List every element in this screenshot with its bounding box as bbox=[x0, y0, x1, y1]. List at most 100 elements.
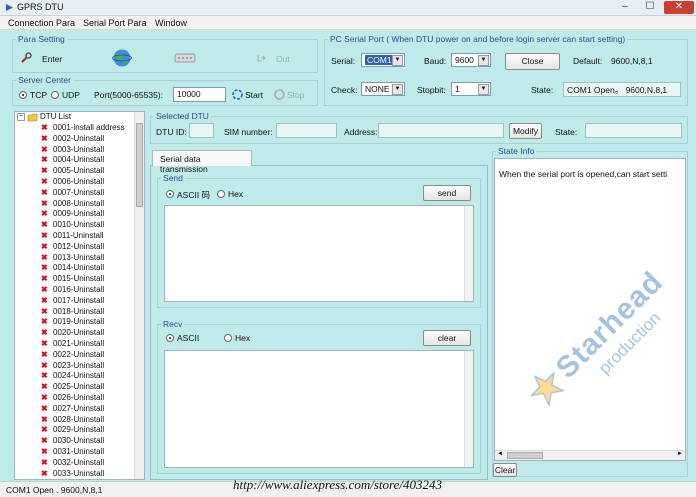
stop-icon bbox=[274, 89, 285, 100]
tab-serial-data-transmission[interactable]: Serial data transmission bbox=[152, 150, 252, 174]
app-icon bbox=[6, 4, 13, 11]
dtu-list-item[interactable]: ✖ 0003-Uninstall bbox=[15, 145, 133, 156]
out-button[interactable]: Out bbox=[256, 52, 296, 66]
uninstalled-x-icon: ✖ bbox=[41, 436, 48, 446]
port-input[interactable]: 10000 bbox=[173, 87, 226, 102]
maximize-button[interactable]: ☐ bbox=[639, 1, 661, 14]
recv-textarea[interactable] bbox=[164, 350, 474, 468]
menu-serial-port-para[interactable]: Serial Port Para bbox=[83, 18, 147, 28]
dtu-list-item-label: 0020-Uninstall bbox=[53, 328, 105, 338]
dtu-list-item[interactable]: ✖ 0032-Uninstall bbox=[15, 458, 133, 469]
menu-connection-para[interactable]: Connection Para bbox=[8, 18, 75, 28]
dtu-list-item[interactable]: ✖ 0011-Uninstall bbox=[15, 231, 133, 242]
check-select[interactable]: NONE ▼ bbox=[361, 82, 405, 96]
dtu-list-item[interactable]: ✖ 0009-Uninstall bbox=[15, 209, 133, 220]
uninstalled-x-icon: ✖ bbox=[41, 382, 48, 392]
recv-scrollbar[interactable] bbox=[464, 351, 473, 467]
tcp-radio[interactable] bbox=[19, 91, 27, 99]
dtu-list-item[interactable]: ✖ 0013-Uninstall bbox=[15, 253, 133, 264]
start-button[interactable]: Start bbox=[232, 88, 268, 102]
stop-button[interactable]: Stop bbox=[274, 88, 310, 102]
dtu-list-item[interactable]: ✖ 0020-Uninstall bbox=[15, 328, 133, 339]
dtu-list-item[interactable]: ✖ 0031-Uninstall bbox=[15, 447, 133, 458]
dtu-list-item[interactable]: ✖ 0007-Uninstall bbox=[15, 188, 133, 199]
dtu-list-item[interactable]: ✖ 0006-Uninstall bbox=[15, 177, 133, 188]
dtu-list-item[interactable]: ✖ 0029-Uninstall bbox=[15, 425, 133, 436]
close-port-button[interactable]: Close bbox=[505, 53, 560, 70]
enter-button[interactable]: Enter bbox=[20, 51, 80, 67]
stopbit-select[interactable]: 1 ▼ bbox=[451, 82, 491, 96]
tree-scroll-thumb[interactable] bbox=[136, 123, 143, 207]
uninstalled-x-icon: ✖ bbox=[41, 457, 48, 467]
dtu-list-item[interactable]: ✖ 0004-Uninstall bbox=[15, 155, 133, 166]
dtu-list-item[interactable]: ✖ 0021-Uninstall bbox=[15, 339, 133, 350]
udp-label: UDP bbox=[62, 90, 80, 100]
menu-bar: Connection Para Serial Port Para Window bbox=[0, 16, 696, 30]
tcp-label: TCP bbox=[30, 90, 47, 100]
dtu-list-item[interactable]: ✖ 0026-Uninstall bbox=[15, 393, 133, 404]
dtu-list-item[interactable]: ✖ 0012-Uninstall bbox=[15, 242, 133, 253]
baud-select[interactable]: 9600 ▼ bbox=[451, 53, 491, 67]
serial-select[interactable]: COM1 ▼ bbox=[361, 53, 405, 67]
uninstalled-x-icon: ✖ bbox=[41, 231, 48, 240]
dtu-list-item[interactable]: ✖ 0008-Uninstall bbox=[15, 199, 133, 210]
send-textarea[interactable] bbox=[164, 205, 474, 302]
dtu-list-tree[interactable]: − DTU List ✖ 0001-install address ✖ 0002-Un… bbox=[14, 111, 145, 480]
dtu-list-item[interactable]: ✖ 0025-Uninstall bbox=[15, 382, 133, 393]
default-value: 9600,N,8,1 bbox=[611, 56, 653, 66]
close-window-button[interactable]: ✕ bbox=[664, 1, 694, 14]
dtu-list-item-label: 0015-Uninstall bbox=[53, 274, 105, 284]
send-hex-radio[interactable] bbox=[217, 190, 225, 198]
dtu-list-item[interactable]: ✖ 0027-Uninstall bbox=[15, 404, 133, 415]
dtu-list-item[interactable]: ✖ 0001-install address bbox=[15, 123, 133, 134]
recv-ascii-radio[interactable] bbox=[166, 334, 174, 342]
tree-scrollbar[interactable] bbox=[134, 112, 144, 479]
dtu-list-item[interactable]: ✖ 0015-Uninstall bbox=[15, 274, 133, 285]
clear-state-button[interactable]: Clear bbox=[493, 463, 517, 477]
chevron-down-icon: ▼ bbox=[478, 55, 489, 66]
uninstalled-x-icon: ✖ bbox=[41, 166, 48, 176]
state-info-scroll-thumb[interactable] bbox=[507, 452, 543, 459]
scroll-left-icon[interactable]: ◄ bbox=[497, 451, 503, 457]
serial-connector-icon[interactable] bbox=[174, 53, 196, 63]
tree-collapse-toggle[interactable]: − bbox=[17, 113, 25, 121]
dtu-list-item[interactable]: ✖ 0002-Uninstall bbox=[15, 134, 133, 145]
dtu-id-field bbox=[189, 123, 214, 138]
dtu-list-item-label: 0003-Uninstall bbox=[53, 144, 105, 154]
dtu-list-item[interactable]: ✖ 0005-Uninstall bbox=[15, 166, 133, 177]
globe-icon[interactable] bbox=[112, 48, 132, 68]
menu-window[interactable]: Window bbox=[155, 18, 187, 28]
state-info-hscrollbar[interactable]: ◄ ► bbox=[495, 450, 685, 460]
dtu-list-item[interactable]: ✖ 0024-Uninstall bbox=[15, 371, 133, 382]
dtu-list-item[interactable]: ✖ 0023-Uninstall bbox=[15, 361, 133, 372]
send-button[interactable]: send bbox=[423, 185, 471, 201]
dtu-list-item-label: 0013-Uninstall bbox=[53, 252, 105, 262]
clear-recv-button[interactable]: clear bbox=[423, 330, 471, 346]
dtu-list-item[interactable]: ✖ 0022-Uninstall bbox=[15, 350, 133, 361]
dtu-list-item[interactable]: ✖ 0010-Uninstall bbox=[15, 220, 133, 231]
dtu-list-root[interactable]: DTU List bbox=[40, 112, 71, 121]
dtu-list-item[interactable]: ✖ 0019-Uninstall bbox=[15, 317, 133, 328]
port-label: Port(5000-65535): bbox=[94, 90, 163, 100]
dtu-list-item[interactable]: ✖ 0017-Uninstall bbox=[15, 296, 133, 307]
minimize-button[interactable]: – bbox=[614, 1, 636, 14]
dtu-id-label: DTU ID: bbox=[156, 127, 187, 137]
pc-serial-port-title: PC Serial Port ( When DTU power on and b… bbox=[328, 34, 628, 44]
recv-hex-radio[interactable] bbox=[224, 334, 232, 342]
selected-dtu-title: Selected DTU bbox=[154, 111, 211, 121]
uninstalled-x-icon: ✖ bbox=[41, 339, 48, 348]
dtu-list-item[interactable]: ✖ 0028-Uninstall bbox=[15, 415, 133, 426]
dtu-list-item-label: 0024-Uninstall bbox=[53, 371, 105, 381]
dtu-list-item[interactable]: ✖ 0033-Uninstall bbox=[15, 469, 133, 479]
send-scrollbar[interactable] bbox=[464, 206, 473, 301]
dtu-list-item[interactable]: ✖ 0030-Uninstall bbox=[15, 436, 133, 447]
modify-button[interactable]: Modify bbox=[509, 123, 542, 139]
check-label: Check: bbox=[331, 85, 358, 95]
dtu-list-item[interactable]: ✖ 0018-Uninstall bbox=[15, 307, 133, 318]
uninstalled-x-icon: ✖ bbox=[41, 274, 48, 284]
send-ascii-radio[interactable] bbox=[166, 190, 174, 198]
dtu-list-item[interactable]: ✖ 0016-Uninstall bbox=[15, 285, 133, 296]
dtu-list-item[interactable]: ✖ 0014-Uninstall bbox=[15, 263, 133, 274]
udp-radio[interactable] bbox=[51, 91, 59, 99]
scroll-right-icon[interactable]: ► bbox=[677, 451, 683, 457]
